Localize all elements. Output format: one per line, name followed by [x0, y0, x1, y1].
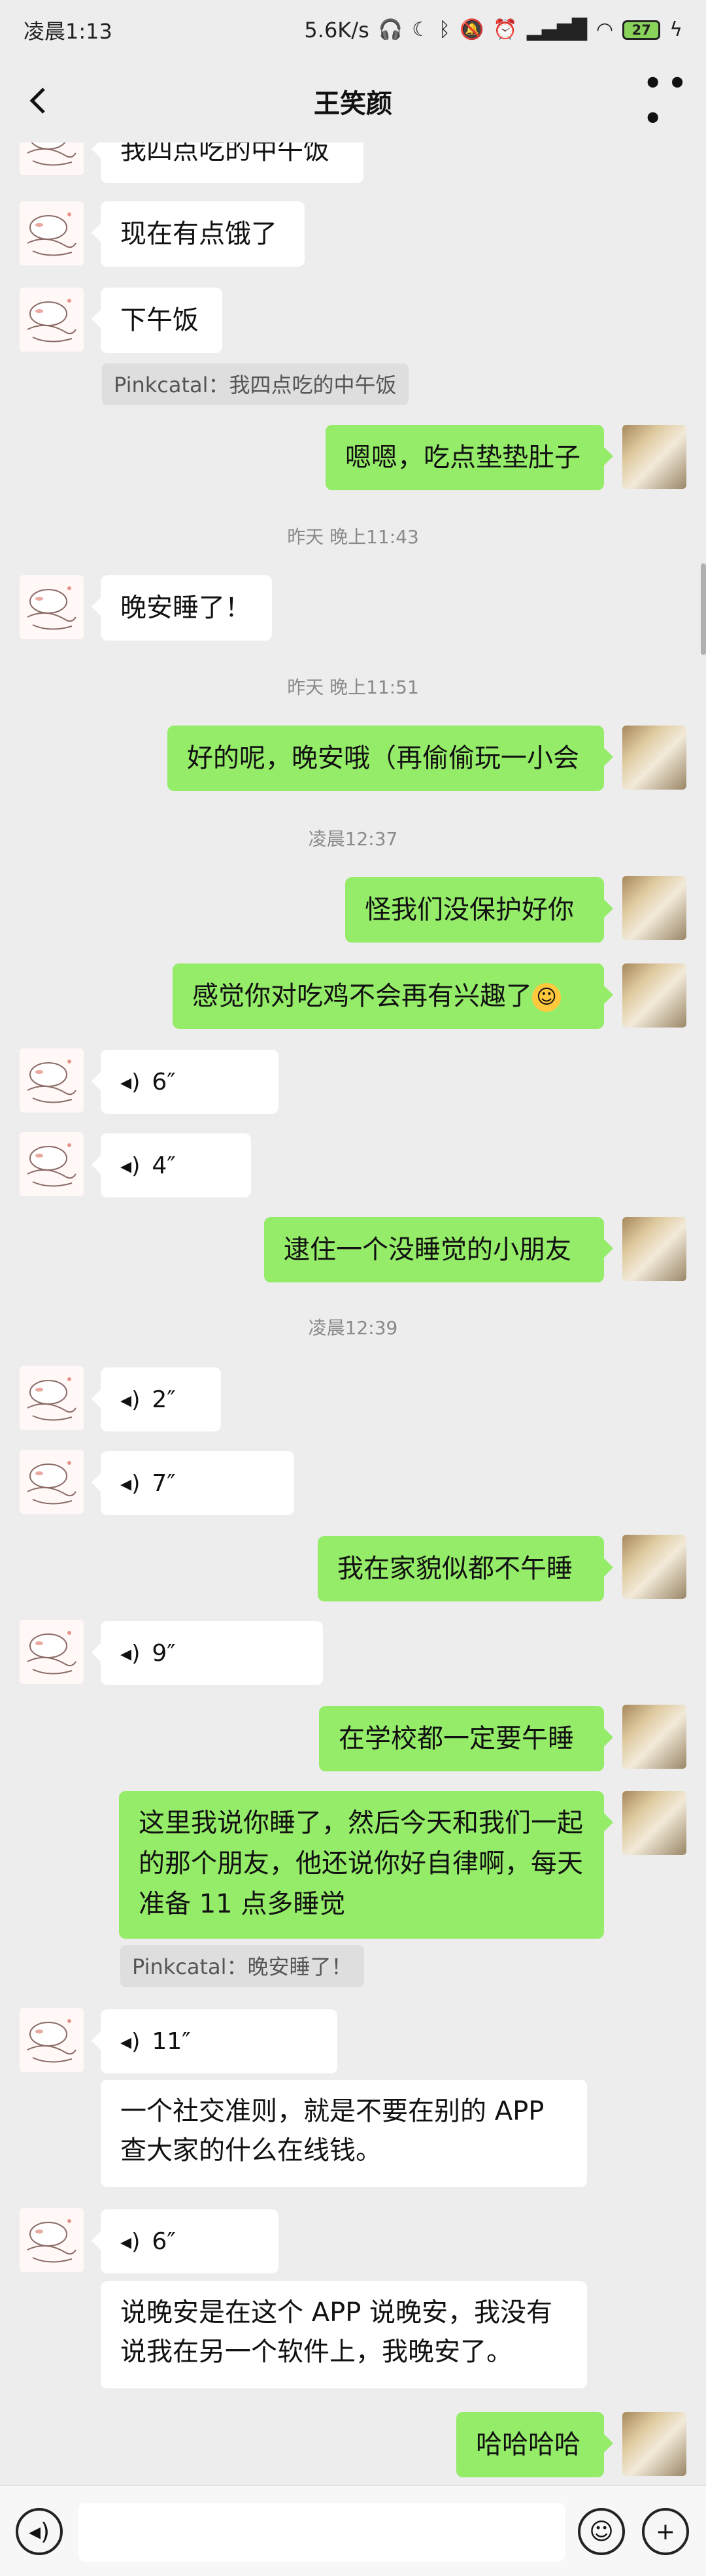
plus-icon[interactable]: +: [642, 2508, 689, 2555]
message-bubble[interactable]: 现在有点饿了: [92, 201, 305, 267]
message-bubble[interactable]: 哈哈哈哈: [456, 2412, 613, 2477]
message-bubble[interactable]: 好的呢，晚安哦（再偷偷玩一小会: [167, 726, 613, 791]
voice-icon: ◂): [120, 1641, 141, 1667]
quote-reply[interactable]: Pinkcatal：我四点吃的中午饭: [102, 363, 409, 405]
voice-input-icon[interactable]: ◂): [16, 2508, 63, 2555]
input-bar: ◂) ☺ +: [0, 2485, 706, 2576]
message-bubble[interactable]: 嗯嗯，吃点垫垫肚子: [326, 425, 613, 490]
timestamp: 凌晨12:39: [308, 1317, 398, 1339]
voice-message[interactable]: ◂) 7″: [92, 1451, 294, 1515]
scroll-indicator[interactable]: [701, 563, 706, 655]
avatar-self[interactable]: [622, 1535, 686, 1599]
message-bubble[interactable]: 在学校都一定要午睡: [319, 1706, 613, 1771]
back-button[interactable]: [16, 78, 60, 123]
network-speed: 5.6K/s: [304, 18, 369, 42]
quote-reply[interactable]: Pinkcatal：晚安睡了！: [120, 1945, 364, 1987]
moon-icon: ☾: [412, 18, 429, 41]
voice-icon: ◂): [120, 2029, 141, 2055]
timestamp: 昨天 晚上11:43: [287, 526, 419, 548]
timestamp: 昨天 晚上11:51: [287, 677, 419, 698]
status-time: 凌晨1:13: [24, 19, 112, 44]
message-bubble[interactable]: 晚安睡了！: [92, 575, 272, 641]
alarm-icon: ⏰: [493, 18, 518, 41]
headphone-icon: 🎧: [378, 18, 403, 41]
voice-message[interactable]: ◂) 6″: [92, 1050, 278, 1114]
message-bubble[interactable]: 逮住一个没睡觉的小朋友: [264, 1217, 613, 1282]
status-bar: 凌晨1:13 5.6K/s 🎧 ☾ ᛒ 🔕 ⏰ ▂▄▆█ ◠ 27 ϟ: [0, 0, 706, 60]
voice-message[interactable]: ◂) 9″: [92, 1621, 323, 1685]
avatar-self[interactable]: [622, 1791, 686, 1855]
voice-message[interactable]: ◂) 4″: [92, 1133, 251, 1197]
message-bubble[interactable]: 下午饭: [92, 288, 222, 353]
avatar-self[interactable]: [622, 425, 686, 489]
avatar-self[interactable]: [622, 1217, 686, 1281]
signal-icon: ▂▄▆█: [526, 18, 588, 41]
avatar-contact[interactable]: [20, 1620, 84, 1684]
message-bubble[interactable]: 我在家貌似都不午睡: [318, 1536, 613, 1601]
voice-icon: ◂): [120, 2229, 141, 2255]
charging-icon: ϟ: [669, 18, 682, 41]
avatar-contact[interactable]: [20, 2008, 84, 2072]
message-bubble[interactable]: 这里我说你睡了，然后今天和我们一起 的那个朋友，他还说你好自律啊，每天 准备 1…: [119, 1791, 613, 1939]
voice-icon: ◂): [120, 1387, 141, 1413]
emoji-icon[interactable]: ☺: [578, 2508, 625, 2555]
voice-icon: ◂): [120, 1471, 141, 1497]
avatar-self[interactable]: [622, 2412, 686, 2476]
avatar-self[interactable]: [622, 876, 686, 940]
timestamp: 凌晨12:37: [308, 828, 398, 850]
avatar-self[interactable]: [622, 726, 686, 790]
voice-icon: ◂): [120, 1153, 141, 1179]
chat-header-bar: 王笑颜 • • •: [0, 60, 706, 142]
message-bubble[interactable]: 感觉你对吃鸡不会再有兴趣了 ☺: [173, 963, 613, 1029]
avatar-self[interactable]: [622, 1705, 686, 1769]
message-input[interactable]: [78, 2503, 565, 2562]
avatar-contact[interactable]: [20, 1450, 84, 1514]
message-bubble[interactable]: 怪我们没保护好你: [345, 877, 613, 943]
mute-bell-icon: 🔕: [460, 18, 484, 41]
battery-icon: 27: [622, 20, 661, 40]
message-bubble[interactable]: 说晚安是在这个 APP 说晚安，我没有 说我在另一个软件上，我晚安了。: [101, 2281, 587, 2388]
chat-title-text: 王笑颜: [314, 89, 392, 119]
more-button[interactable]: • • •: [643, 65, 689, 136]
bluetooth-icon: ᛒ: [439, 18, 450, 41]
laughing-emoji-icon: ☺: [532, 983, 561, 1012]
voice-message[interactable]: ◂) 6″: [92, 2209, 278, 2273]
avatar-contact[interactable]: [20, 1048, 84, 1112]
wifi-icon: ◠: [596, 18, 614, 41]
status-icons: 5.6K/s 🎧 ☾ ᛒ 🔕 ⏰ ▂▄▆█ ◠ 27 ϟ: [304, 18, 682, 42]
message-bubble[interactable]: 一个社交准则，就是不要在别的 APP 查大家的什么在线钱。: [101, 2080, 587, 2187]
avatar-contact[interactable]: [20, 1366, 84, 1430]
avatar-contact[interactable]: [20, 201, 84, 265]
avatar-contact[interactable]: [20, 1132, 84, 1196]
voice-message[interactable]: ◂) 11″: [92, 2009, 337, 2073]
avatar-self[interactable]: [622, 963, 686, 1028]
avatar-contact[interactable]: [20, 2208, 84, 2272]
voice-message[interactable]: ◂) 2″: [92, 1367, 221, 1431]
avatar-contact[interactable]: [20, 575, 84, 639]
avatar-contact[interactable]: [20, 288, 84, 352]
voice-icon: ◂): [120, 1069, 141, 1096]
